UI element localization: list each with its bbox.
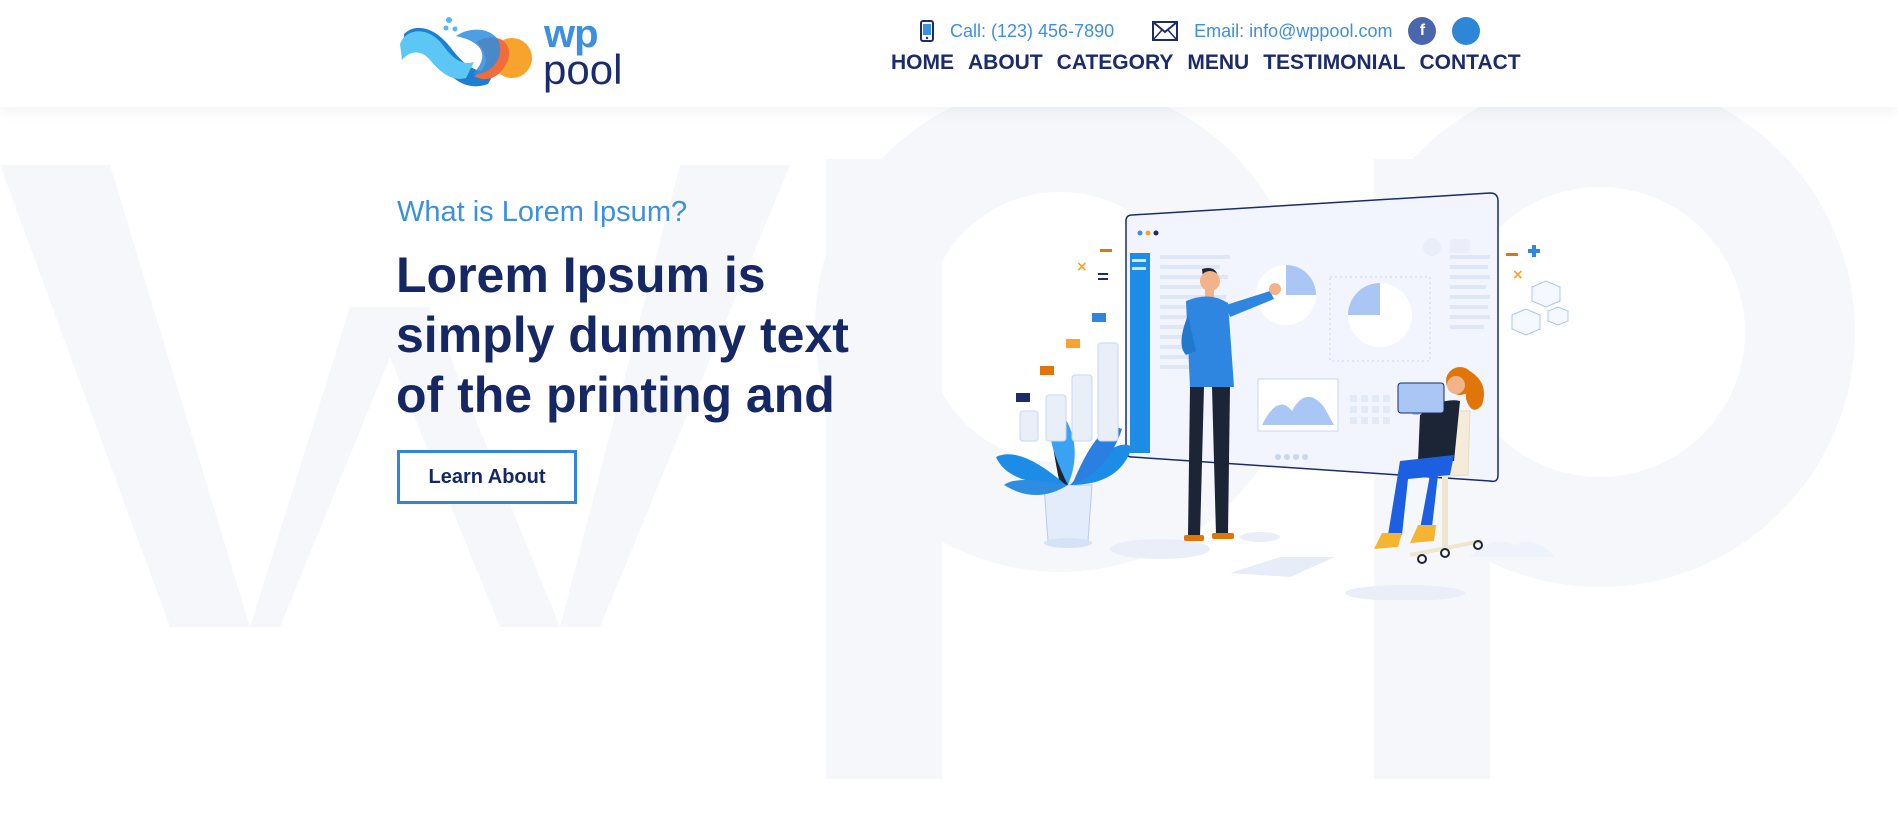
email-text: Email: info@wppool.com: [1194, 20, 1393, 41]
phone-text: Call: (123) 456-7890: [950, 20, 1115, 41]
main-nav: HOME ABOUT CATEGORY MENU TESTIMONIAL CON…: [891, 51, 1521, 75]
site-header: wp pool Call: (123) 456-7890 Email: info…: [0, 0, 1898, 107]
mail-icon: [1152, 21, 1179, 41]
nav-home[interactable]: HOME: [891, 51, 954, 75]
hero-subtitle: What is Lorem Ipsum?: [397, 196, 688, 228]
phone-contact[interactable]: Call: (123) 456-7890: [920, 20, 1114, 42]
hero-title: Lorem Ipsum is simply dummy text of the …: [396, 247, 849, 423]
social-button[interactable]: [1452, 17, 1481, 45]
nav-about[interactable]: ABOUT: [968, 51, 1043, 75]
logo-mark-icon: [400, 17, 532, 87]
site-logo[interactable]: wp pool: [396, 14, 626, 93]
logo-wordmark-pool: pool: [543, 46, 623, 93]
phone-icon: [920, 20, 934, 42]
hero-illustration: × ×: [996, 192, 1569, 600]
nav-menu[interactable]: MENU: [1187, 51, 1249, 75]
facebook-icon: f: [1419, 22, 1426, 39]
facebook-button[interactable]: f: [1408, 17, 1437, 45]
email-contact[interactable]: Email: info@wppool.com: [1152, 21, 1392, 42]
x-decor-icon: ×: [1076, 259, 1088, 275]
nav-category[interactable]: CATEGORY: [1057, 51, 1174, 75]
nav-testimonial[interactable]: TESTIMONIAL: [1263, 51, 1405, 75]
x-decor-icon-2: ×: [1512, 267, 1524, 283]
nav-contact[interactable]: CONTACT: [1420, 51, 1521, 75]
background-watermark: [0, 107, 1855, 779]
learn-about-button[interactable]: Learn About: [397, 450, 577, 504]
contact-bar: Call: (123) 456-7890 Email: info@wppool.…: [920, 16, 1481, 46]
